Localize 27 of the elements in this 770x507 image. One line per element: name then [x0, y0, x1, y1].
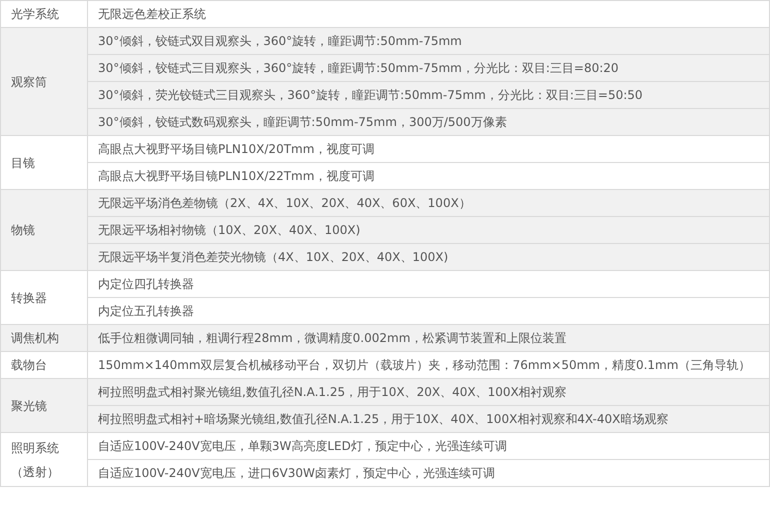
spec-value: 高眼点大视野平场目镜PLN10X/22Tmm，视度可调 — [98, 168, 374, 182]
category-label: 光学系统 — [11, 6, 59, 23]
category-label: 照明系统（透射） — [11, 440, 60, 480]
spec-value: 自适应100V-240V宽电压，单颗3W高亮度LED灯，预定中心，光强连续可调 — [98, 438, 507, 452]
spec-value: 150mm×140mm双层复合机械移动平台，双切片（载玻片）夹，移动范围：76mm×50mm，精度0.1mm（三角导轨） — [98, 358, 750, 372]
spec-value: 30°倾斜，铰链式双目观察头，360°旋转，瞳距调节:50mm-75mm — [98, 34, 462, 48]
spec-value: 高眼点大视野平场目镜PLN10X/20Tmm，视度可调 — [98, 142, 374, 156]
category-label: 物镜 — [11, 222, 35, 239]
spec-value: 内定位四孔转换器 — [98, 276, 194, 290]
spec-value: 内定位五孔转换器 — [98, 304, 194, 318]
spec-value: 30°倾斜，铰链式三目观察头，360°旋转，瞳距调节:50mm-75mm，分光比：双目:三目=80:20 — [98, 60, 619, 74]
spec-value: 柯拉照明盘式相衬+暗场聚光镜组,数值孔径N.A.1.25，用于10X、40X、100X相衬观察和4X-40X暗场观察 — [98, 412, 668, 426]
spec-value: 无限远平场消色差物镜（2X、4X、10X、20X、40X、60X、100X） — [98, 196, 471, 210]
spec-value: 无限远平场半复消色差荧光物镜（4X、10X、20X、40X、100X) — [98, 250, 448, 264]
category-label: 聚光镜 — [11, 398, 47, 414]
spec-value: 30°倾斜，铰链式数码观察头，瞳距调节:50mm-75mm，300万/500万像素 — [98, 114, 507, 128]
spec-value: 无限远平场相衬物镜（10X、20X、40X、100X) — [98, 222, 360, 236]
category-label: 转换器 — [11, 290, 47, 306]
spec-value: 30°倾斜，荧光铰链式三目观察头，360°旋转，瞳距调节:50mm-75mm，分光比：双目:三目=50:50 — [98, 88, 643, 102]
spec-value: 柯拉照明盘式相衬聚光镜组,数值孔径N.A.1.25，用于10X、20X、40X、100X相衬观察 — [98, 384, 567, 398]
spec-value: 无限远色差校正系统 — [98, 6, 206, 20]
spec-value: 低手位粗微调同轴，粗调行程28mm，微调精度0.002mm，松紧调节装置和上限位装置 — [98, 330, 566, 344]
spec-value: 自适应100V-240V宽电压，进口6V30W卤素灯，预定中心，光强连续可调 — [98, 466, 495, 480]
category-label: 目镜 — [11, 154, 35, 172]
category-label: 调焦机构 — [11, 330, 59, 347]
category-label: 观察筒 — [11, 74, 47, 90]
category-label: 载物台 — [11, 357, 47, 374]
